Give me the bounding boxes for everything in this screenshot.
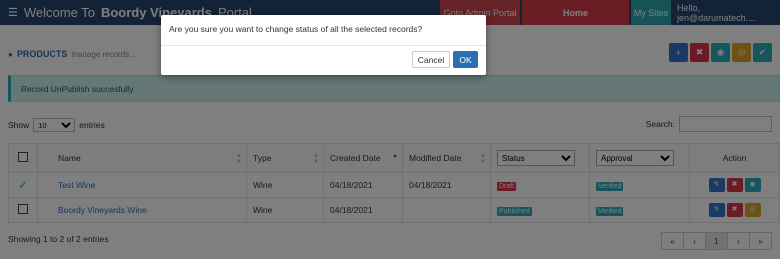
cancel-button[interactable]: Cancel — [412, 51, 450, 68]
dialog-divider — [161, 45, 486, 46]
dialog-message: Are you sure you want to change status o… — [169, 24, 423, 34]
confirm-dialog: Are you sure you want to change status o… — [161, 15, 486, 75]
ok-button[interactable]: OK — [453, 51, 478, 68]
